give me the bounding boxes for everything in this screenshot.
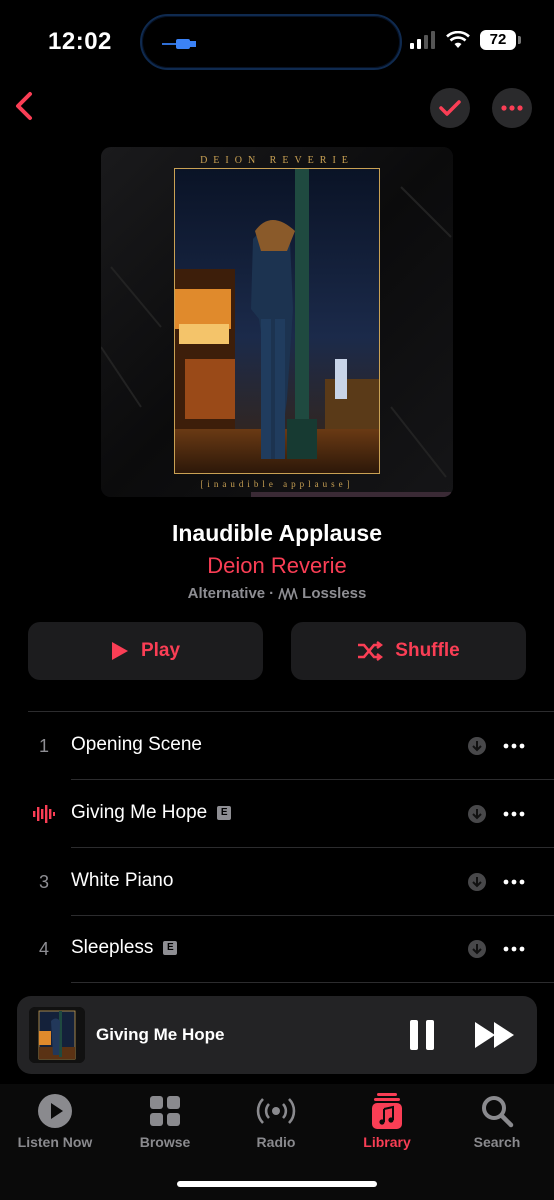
explicit-badge: E	[163, 941, 178, 955]
lossless-icon	[278, 587, 298, 600]
artwork-header-text: DEION REVERIE	[200, 155, 354, 166]
back-chevron-icon[interactable]	[10, 86, 40, 126]
tab-radio[interactable]: Radio	[221, 1090, 331, 1150]
status-bar: 12:02 72	[0, 0, 554, 80]
download-icon[interactable]	[467, 736, 487, 756]
track-more-icon[interactable]	[503, 736, 525, 756]
track-number: 4	[38, 939, 49, 959]
shuffle-button[interactable]: Shuffle	[291, 622, 526, 680]
usb-plug-icon	[162, 39, 196, 49]
album-meta: Alternative · Lossless	[0, 585, 554, 602]
status-indicators: 72	[410, 30, 521, 50]
ellipsis-icon	[501, 105, 523, 111]
download-icon[interactable]	[467, 804, 487, 824]
tab-search[interactable]: Search	[442, 1090, 552, 1150]
now-playing-waveform-icon	[33, 805, 55, 823]
tab-label: Radio	[256, 1134, 296, 1150]
track-title: Opening Scene	[71, 734, 202, 755]
cellular-signal-icon	[410, 31, 435, 49]
track-row[interactable]: 3 White Piano	[0, 848, 554, 916]
dynamic-island[interactable]	[140, 14, 402, 70]
mini-player-artwork	[29, 1007, 85, 1063]
artwork-footer-text: [inaudible applause]	[200, 479, 354, 489]
track-title-wrap: White Piano	[71, 870, 173, 892]
album-artist-link[interactable]: Deion Reverie	[0, 553, 554, 579]
track-number: 1	[38, 736, 49, 756]
album-artwork: DEION REVERIE [inaudible applause]	[101, 147, 453, 497]
track-more-icon[interactable]	[503, 872, 525, 892]
play-circle-icon	[38, 1094, 72, 1128]
track-row[interactable]: 4 Sleepless E	[0, 915, 554, 983]
tab-library[interactable]: Library	[332, 1090, 442, 1150]
mini-player-title: Giving Me Hope	[96, 1025, 225, 1044]
play-icon	[111, 642, 128, 660]
track-title: White Piano	[71, 870, 174, 891]
meta-separator: ·	[269, 585, 275, 602]
music-library-icon	[372, 1093, 402, 1129]
album-genre: Alternative	[187, 585, 266, 602]
magnifier-icon	[482, 1096, 514, 1128]
track-more-icon[interactable]	[503, 804, 525, 824]
tab-label: Search	[473, 1134, 521, 1150]
track-title-wrap: Opening Scene	[71, 734, 202, 756]
track-title: Giving Me Hope	[71, 802, 208, 823]
download-icon[interactable]	[467, 872, 487, 892]
track-number: 3	[38, 872, 49, 892]
track-row-playing[interactable]: Giving Me Hope E	[0, 780, 554, 848]
album-title: Inaudible Applause	[171, 520, 382, 546]
track-more-icon[interactable]	[503, 939, 525, 959]
play-button[interactable]: Play	[28, 622, 263, 680]
more-options-button[interactable]	[492, 88, 532, 128]
shuffle-button-label: Shuffle	[395, 640, 460, 661]
wifi-icon	[446, 31, 470, 48]
checkmark-icon	[439, 100, 461, 116]
mini-player[interactable]: Giving Me Hope	[17, 996, 537, 1074]
fast-forward-icon[interactable]	[473, 1020, 517, 1050]
track-title-wrap: Giving Me Hope E	[71, 802, 232, 824]
grid-icon	[150, 1096, 180, 1126]
track-divider	[71, 982, 554, 983]
tab-label: Library	[363, 1134, 411, 1150]
tab-label: Listen Now	[17, 1134, 93, 1150]
added-to-library-button[interactable]	[430, 88, 470, 128]
radio-waves-icon	[256, 1098, 296, 1124]
shuffle-icon	[358, 641, 384, 661]
status-time: 12:02	[48, 28, 112, 55]
home-indicator[interactable]	[177, 1181, 377, 1187]
artwork-photo	[174, 168, 380, 474]
tab-browse[interactable]: Browse	[110, 1090, 220, 1150]
track-title: Sleepless	[71, 937, 154, 958]
album-quality: Lossless	[302, 585, 367, 602]
explicit-badge: E	[217, 806, 232, 820]
track-row[interactable]: 1 Opening Scene	[0, 712, 554, 780]
download-icon[interactable]	[467, 939, 487, 959]
play-button-label: Play	[140, 640, 181, 661]
tab-listen-now[interactable]: Listen Now	[0, 1090, 110, 1150]
track-title-wrap: Sleepless E	[71, 937, 178, 959]
battery-indicator: 72	[480, 30, 521, 50]
pause-icon[interactable]	[407, 1018, 437, 1052]
tab-label: Browse	[139, 1134, 191, 1150]
